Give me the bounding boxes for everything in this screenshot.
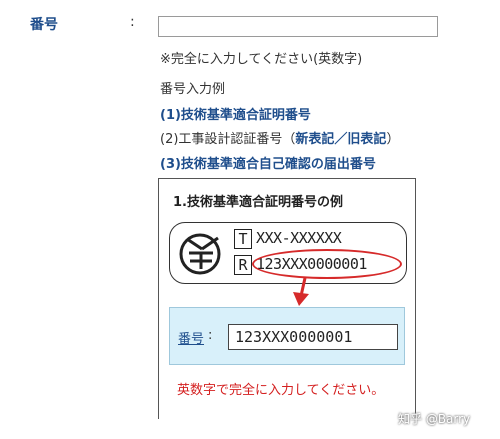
- example-input-colon: :: [208, 328, 213, 343]
- number-input[interactable]: [158, 16, 438, 37]
- example-3-link[interactable]: (3)技術基準適合自己確認の届出番号: [160, 153, 376, 172]
- warning-text: 英数字で完全に入力してください。: [177, 383, 385, 398]
- examples-title: 番号入力例: [160, 82, 226, 97]
- watermark: 知乎 @Barry: [398, 412, 471, 426]
- highlight-ellipse: [252, 249, 402, 279]
- example-1-link[interactable]: (1)技術基準適合証明番号: [160, 104, 311, 123]
- certification-mark: T XXX-XXXXXX R 123XXX0000001: [169, 222, 407, 284]
- input-note: ※完全に入力してください(英数字): [160, 52, 363, 67]
- example-2: (2)工事設計認証番号（新表記／旧表記）: [160, 128, 399, 147]
- example-panel: 1.技術基準適合証明番号の例 T XXX-XXXXXX R 123XXX0000…: [158, 178, 416, 419]
- arrow-down-icon: [293, 277, 309, 306]
- example-2-label: (2)工事設計認証番号（: [160, 132, 296, 147]
- example-input-box: 番号 : 123XXX0000001: [169, 307, 405, 365]
- field-label: 番号: [30, 17, 58, 33]
- example-2-link[interactable]: 新表記／旧表記: [295, 132, 386, 147]
- mark-letter-t: T: [234, 229, 252, 249]
- panel-title: 1.技術基準適合証明番号の例: [173, 195, 343, 210]
- mark-letter-r: R: [234, 255, 252, 275]
- mark-code-top: XXX-XXXXXX: [256, 229, 342, 247]
- example-2-suffix: ）: [386, 132, 400, 147]
- example-input-label: 番号: [178, 332, 205, 347]
- giteki-mark-icon: [179, 233, 221, 275]
- example-input-field: 123XXX0000001: [228, 324, 398, 350]
- field-colon: :: [130, 14, 135, 30]
